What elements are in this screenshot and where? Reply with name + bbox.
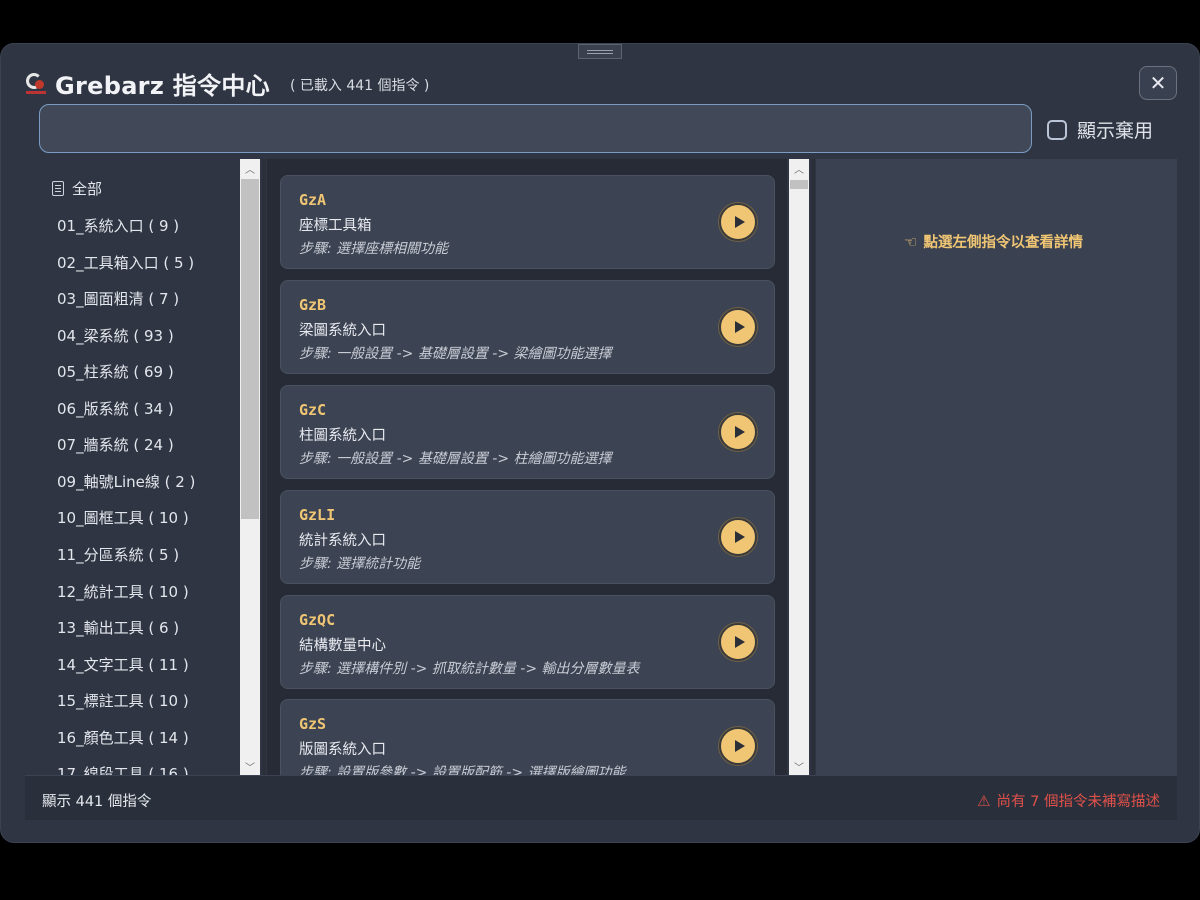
- panel-divider: [262, 159, 266, 775]
- category-item[interactable]: 11_分區系統 ( 5 ): [57, 544, 179, 565]
- command-name: GzQC: [299, 611, 336, 629]
- run-command-play-icon[interactable]: [719, 413, 757, 451]
- detail-hint: ☜ 點選左側指令以查看詳情: [904, 231, 1083, 252]
- category-item[interactable]: 04_梁系統 ( 93 ): [57, 325, 174, 346]
- command-name: GzA: [299, 191, 327, 209]
- category-sidebar: 全部 01_系統入口 ( 9 ) 02_工具箱入口 ( 5 ) 03_圖面粗清 …: [25, 159, 262, 775]
- command-description: 梁圖系統入口: [299, 323, 386, 339]
- scroll-down-arrow-icon[interactable]: ﹀: [789, 757, 809, 775]
- detail-panel: ☜ 點選左側指令以查看詳情: [816, 159, 1177, 775]
- category-item[interactable]: 14_文字工具 ( 11 ): [57, 654, 189, 675]
- command-steps: 步驟: 選擇構件別 -> 抓取統計數量 -> 輸出分層數量表: [299, 661, 640, 677]
- command-name: GzB: [299, 296, 327, 314]
- sidebar-scroll-thumb[interactable]: [241, 179, 259, 519]
- run-command-play-icon[interactable]: [719, 518, 757, 556]
- category-item[interactable]: 02_工具箱入口 ( 5 ): [57, 252, 194, 273]
- drag-handle[interactable]: [578, 44, 622, 59]
- category-item[interactable]: 07_牆系統 ( 24 ): [57, 434, 174, 455]
- command-center-window: Grebarz 指令中心 ( 已載入 441 個指令 ) ✕ 顯示棄用 全部 0…: [0, 43, 1200, 843]
- command-name: GzS: [299, 715, 327, 733]
- run-command-play-icon[interactable]: [719, 203, 757, 241]
- command-card[interactable]: GzQC 結構數量中心 步驟: 選擇構件別 -> 抓取統計數量 -> 輸出分層數…: [280, 595, 775, 689]
- command-card[interactable]: GzS 版圖系統入口 步驟: 設置版參數 -> 設置版配筋 -> 選擇版繪圖功能: [280, 699, 775, 775]
- scroll-down-arrow-icon[interactable]: ﹀: [240, 757, 260, 775]
- detail-hint-text: 點選左側指令以查看詳情: [923, 235, 1083, 251]
- category-item[interactable]: 17_線段工具 ( 16 ): [57, 763, 189, 775]
- show-obsolete-checkbox[interactable]: [1047, 119, 1067, 140]
- search-input[interactable]: [39, 104, 1032, 153]
- command-steps: 步驟: 選擇統計功能: [299, 556, 421, 572]
- scroll-up-arrow-icon[interactable]: ︿: [240, 159, 260, 177]
- command-steps: 步驟: 選擇座標相關功能: [299, 241, 449, 257]
- category-item[interactable]: 15_標註工具 ( 10 ): [57, 690, 189, 711]
- status-count: 顯示 441 個指令: [42, 794, 152, 810]
- loaded-count: ( 已載入 441 個指令 ): [289, 77, 430, 94]
- category-item[interactable]: 05_柱系統 ( 69 ): [57, 361, 174, 382]
- app-title: Grebarz 指令中心: [55, 71, 270, 100]
- category-item[interactable]: 09_軸號Line線 ( 2 ): [57, 471, 195, 492]
- command-list-scrollbar[interactable]: ︿ ﹀: [789, 159, 809, 775]
- command-description: 座標工具箱: [299, 218, 372, 234]
- category-label: 全部: [72, 180, 103, 198]
- pointing-hand-icon: ☜: [904, 232, 918, 251]
- run-command-play-icon[interactable]: [719, 727, 757, 765]
- command-steps: 步驟: 設置版參數 -> 設置版配筋 -> 選擇版繪圖功能: [299, 765, 626, 775]
- show-obsolete-label: 顯示棄用: [1077, 120, 1154, 142]
- status-bar: 顯示 441 個指令 ⚠ 尚有 7 個指令未補寫描述: [25, 775, 1177, 820]
- close-button[interactable]: ✕: [1139, 66, 1177, 100]
- command-card[interactable]: GzA 座標工具箱 步驟: 選擇座標相關功能: [280, 175, 775, 269]
- panel-divider: [811, 159, 815, 775]
- warning-icon: ⚠: [977, 791, 991, 810]
- command-steps: 步驟: 一般設置 -> 基礎層設置 -> 柱繪圖功能選擇: [299, 451, 612, 467]
- category-item-all[interactable]: 全部: [52, 178, 102, 199]
- command-steps: 步驟: 一般設置 -> 基礎層設置 -> 梁繪圖功能選擇: [299, 346, 612, 362]
- command-card[interactable]: GzC 柱圖系統入口 步驟: 一般設置 -> 基礎層設置 -> 柱繪圖功能選擇: [280, 385, 775, 479]
- category-item[interactable]: 06_版系統 ( 34 ): [57, 398, 174, 419]
- show-obsolete-toggle[interactable]: 顯示棄用: [1047, 116, 1153, 143]
- title-bar: Grebarz 指令中心 ( 已載入 441 個指令 ): [25, 68, 430, 100]
- scroll-up-arrow-icon[interactable]: ︿: [789, 159, 809, 177]
- status-warning-text: 尚有 7 個指令未補寫描述: [996, 794, 1160, 810]
- close-icon: ✕: [1149, 71, 1167, 95]
- command-card[interactable]: GzLI 統計系統入口 步驟: 選擇統計功能: [280, 490, 775, 584]
- run-command-play-icon[interactable]: [719, 623, 757, 661]
- run-command-play-icon[interactable]: [719, 308, 757, 346]
- category-item[interactable]: 10_圖框工具 ( 10 ): [57, 507, 189, 528]
- command-description: 結構數量中心: [299, 638, 386, 654]
- command-description: 柱圖系統入口: [299, 428, 386, 444]
- command-name: GzC: [299, 401, 327, 419]
- command-description: 版圖系統入口: [299, 742, 386, 758]
- command-name: GzLI: [299, 506, 336, 524]
- command-list-scroll-thumb[interactable]: [790, 180, 808, 189]
- category-item[interactable]: 03_圖面粗清 ( 7 ): [57, 288, 179, 309]
- category-item[interactable]: 13_輸出工具 ( 6 ): [57, 617, 179, 638]
- command-description: 統計系統入口: [299, 533, 386, 549]
- app-logo-icon: [25, 72, 47, 94]
- sidebar-scrollbar[interactable]: ︿ ﹀: [240, 159, 260, 775]
- category-item[interactable]: 12_統計工具 ( 10 ): [57, 581, 189, 602]
- status-warning: ⚠ 尚有 7 個指令未補寫描述: [977, 790, 1160, 811]
- document-icon: [52, 181, 64, 196]
- command-list: GzA 座標工具箱 步驟: 選擇座標相關功能 GzB 梁圖系統入口 步驟: 一般…: [267, 159, 787, 775]
- category-item[interactable]: 16_顏色工具 ( 14 ): [57, 727, 189, 748]
- command-card[interactable]: GzB 梁圖系統入口 步驟: 一般設置 -> 基礎層設置 -> 梁繪圖功能選擇: [280, 280, 775, 374]
- category-item[interactable]: 01_系統入口 ( 9 ): [57, 215, 179, 236]
